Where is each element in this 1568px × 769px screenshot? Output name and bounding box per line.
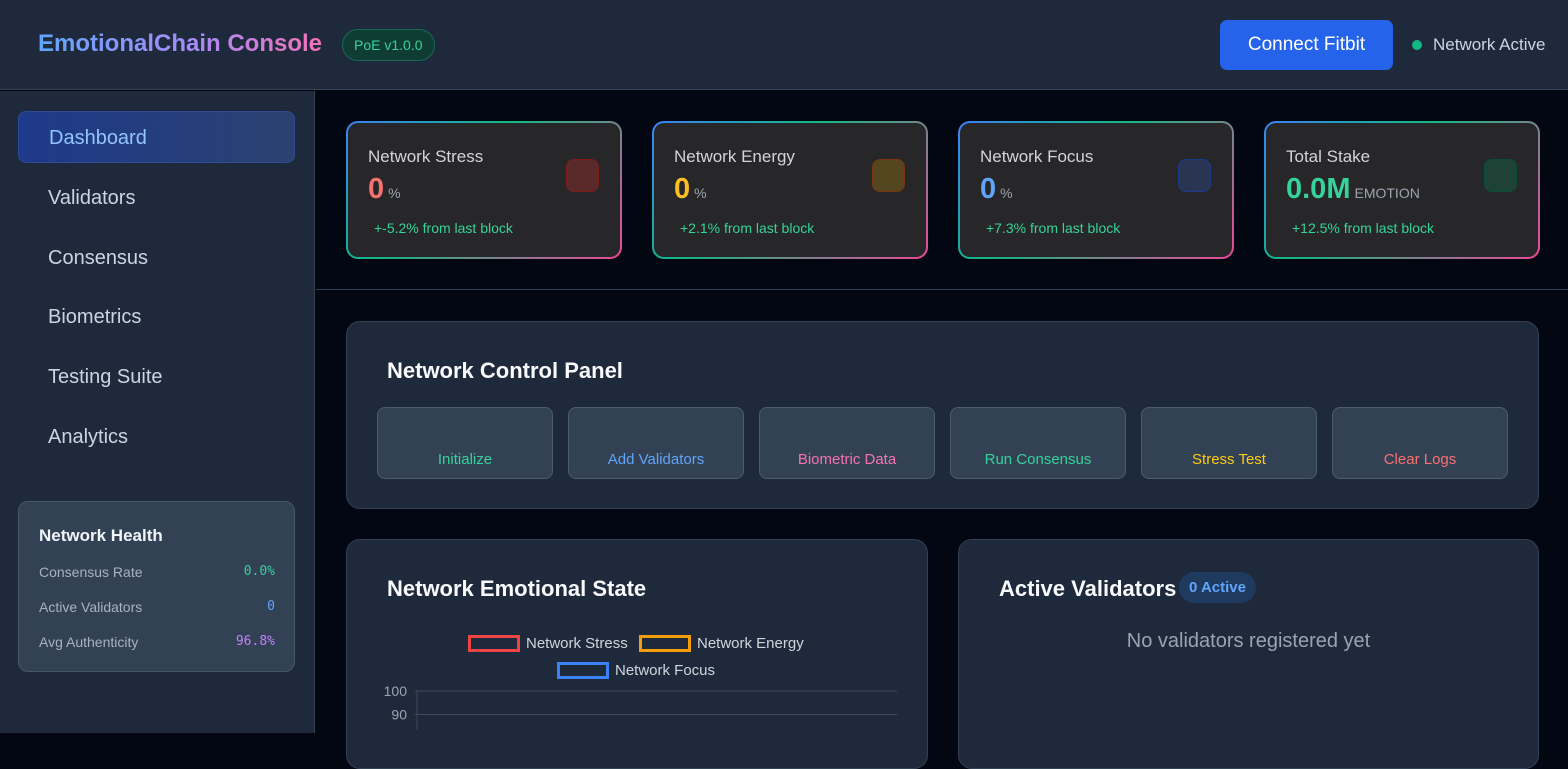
health-label: Consensus Rate	[39, 564, 143, 580]
energy-icon	[872, 159, 905, 192]
health-label: Active Validators	[39, 599, 143, 615]
stake-icon	[1484, 159, 1517, 192]
stat-number: 0	[368, 173, 385, 205]
emotional-state-panel: Network Emotional State Network Stress N…	[346, 539, 928, 769]
stat-label: Network Energy	[674, 147, 795, 166]
stat-value: 0%	[674, 173, 707, 206]
sidebar-item-analytics[interactable]: Analytics	[18, 411, 295, 463]
sidebar: Dashboard Validators Consensus Biometric…	[0, 91, 315, 733]
health-value: 96.8%	[235, 634, 275, 649]
stat-number: 0	[980, 173, 997, 205]
run-consensus-button[interactable]: Run Consensus	[950, 407, 1126, 479]
stat-value: 0%	[368, 173, 401, 206]
main-content: Network Stress 0% +-5.2% from last block…	[316, 91, 1568, 769]
initialize-button[interactable]: Initialize	[377, 407, 553, 479]
stat-card-network-focus: Network Focus 0% +7.3% from last block	[958, 121, 1234, 259]
focus-icon	[1178, 159, 1211, 192]
health-label: Avg Authenticity	[39, 634, 139, 650]
active-count-badge: 0 Active	[1179, 572, 1256, 603]
add-validators-button[interactable]: Add Validators	[568, 407, 744, 479]
stat-change: +2.1% from last block	[680, 220, 815, 236]
sidebar-item-dashboard[interactable]: Dashboard	[18, 111, 295, 163]
stat-card-network-stress: Network Stress 0% +-5.2% from last block	[346, 121, 622, 259]
stress-icon	[566, 159, 599, 192]
biometric-data-button[interactable]: Biometric Data	[759, 407, 935, 479]
stat-change: +12.5% from last block	[1292, 220, 1435, 236]
network-health-card: Network Health Consensus Rate 0.0% Activ…	[18, 501, 295, 672]
status-dot-icon	[1412, 40, 1422, 50]
sidebar-item-biometrics[interactable]: Biometrics	[18, 291, 295, 343]
stat-unit: %	[694, 185, 707, 201]
stress-test-button[interactable]: Stress Test	[1141, 407, 1317, 479]
stat-unit: %	[388, 185, 401, 201]
stat-number: 0	[674, 173, 691, 205]
active-validators-title: Active Validators	[999, 576, 1177, 601]
health-value: 0	[267, 599, 275, 614]
top-bar: EmotionalChain Console PoE v1.0.0 Connec…	[0, 0, 1568, 90]
health-row-avg-authenticity: Avg Authenticity 96.8%	[39, 634, 275, 654]
stat-label: Network Stress	[368, 147, 484, 166]
stats-row: Network Stress 0% +-5.2% from last block…	[316, 91, 1568, 290]
stat-card-total-stake: Total Stake 0.0M EMOTION +12.5% from last…	[1264, 121, 1540, 259]
sidebar-item-testing-suite[interactable]: Testing Suite	[18, 351, 295, 403]
y-tick-label: 100	[384, 683, 408, 699]
version-badge: PoE v1.0.0	[342, 29, 435, 61]
stat-label: Network Focus	[980, 147, 1094, 166]
stat-unit: %	[1000, 185, 1013, 201]
no-validators-message: No validators registered yet	[1126, 630, 1371, 652]
clear-logs-button[interactable]: Clear Logs	[1332, 407, 1508, 479]
control-panel-title: Network Control Panel	[387, 358, 623, 383]
network-status-text: Network Active	[1433, 35, 1546, 54]
health-row-active-validators: Active Validators 0	[39, 599, 275, 619]
network-health-title: Network Health	[39, 526, 163, 545]
network-control-panel: Network Control Panel Initialize Add Val…	[346, 321, 1539, 509]
sidebar-item-validators[interactable]: Validators	[18, 172, 295, 224]
stat-value: 0.0M EMOTION	[1286, 173, 1420, 206]
stat-card-network-energy: Network Energy 0% +2.1% from last block	[652, 121, 928, 259]
active-validators-panel: Active Validators 0 Active No validators…	[958, 539, 1539, 769]
stat-unit: EMOTION	[1354, 185, 1420, 201]
stat-change: +7.3% from last block	[986, 220, 1121, 236]
app-title: EmotionalChain Console	[38, 30, 323, 57]
stat-value: 0%	[980, 173, 1013, 206]
health-row-consensus-rate: Consensus Rate 0.0%	[39, 564, 275, 584]
emotional-state-chart: 100 90	[384, 683, 897, 730]
stat-number: 0.0M	[1286, 173, 1351, 205]
y-tick-label: 90	[391, 707, 407, 723]
health-value: 0.0%	[243, 564, 275, 579]
stat-change: +-5.2% from last block	[374, 220, 513, 236]
sidebar-item-consensus[interactable]: Consensus	[18, 232, 295, 284]
connect-fitbit-button[interactable]: Connect Fitbit	[1220, 20, 1393, 70]
stat-label: Total Stake	[1286, 147, 1371, 166]
